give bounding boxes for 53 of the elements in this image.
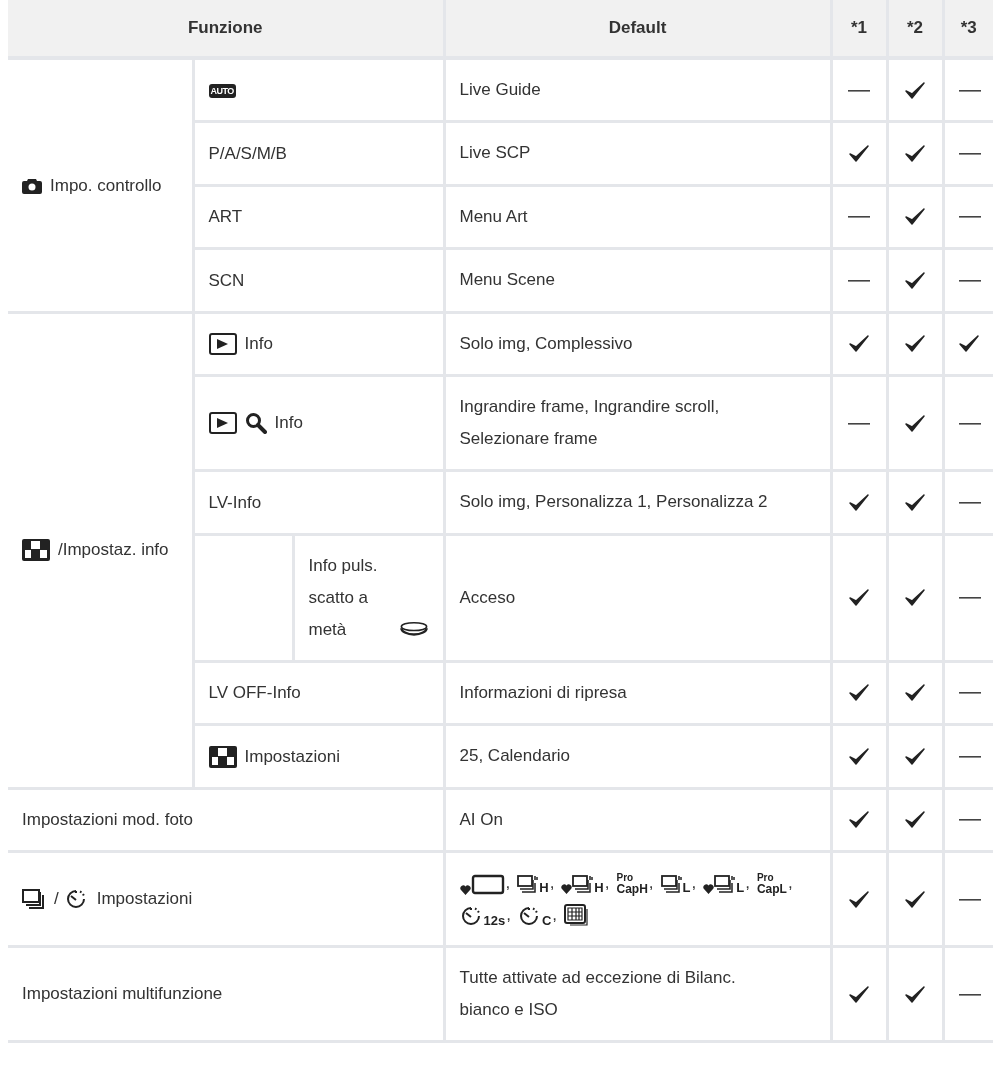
default-value: AI On bbox=[459, 808, 503, 831]
function-label: Impostazioni mod. foto bbox=[22, 810, 194, 830]
function-label: LV OFF-Info bbox=[208, 683, 301, 703]
drive-mode-icon: Pro CapH bbox=[616, 872, 648, 895]
default-value: Ingrandire frame, Ingrandire scroll, Selezionare frame bbox=[459, 396, 721, 451]
default-value: Live SCP bbox=[459, 142, 531, 165]
search-icon bbox=[244, 412, 267, 435]
column-header: *2 bbox=[887, 0, 943, 58]
function-label: Impostazioni multifunzione bbox=[22, 984, 223, 1004]
camera-icon bbox=[22, 177, 42, 195]
separator: , bbox=[506, 905, 511, 925]
separator: , bbox=[787, 873, 793, 893]
auto-mode-icon: AUTO bbox=[208, 83, 236, 98]
default-value: Solo img, Personalizza 1, Personalizza 2 bbox=[459, 491, 768, 514]
function-label: Info bbox=[244, 334, 273, 354]
function-label: Info puls. scatto a metà bbox=[308, 554, 379, 641]
function-label: P/A/S/M/B bbox=[208, 143, 287, 163]
function-label: Impostazioni bbox=[96, 889, 193, 909]
separator: , bbox=[691, 873, 697, 893]
default-value: Acceso bbox=[459, 586, 516, 609]
separator: , bbox=[745, 873, 750, 893]
separator: , bbox=[505, 873, 511, 893]
sequential-shooting-icon bbox=[22, 888, 46, 911]
function-label: SCN bbox=[208, 270, 245, 290]
function-label: Info bbox=[274, 413, 303, 433]
function-label: /Impostaz. info bbox=[58, 540, 169, 560]
checkered-grid-icon bbox=[22, 539, 50, 562]
function-label: / bbox=[54, 889, 59, 909]
column-header: *1 bbox=[831, 0, 887, 58]
column-header: *3 bbox=[943, 0, 993, 58]
column-header: Default bbox=[444, 0, 831, 58]
default-value: Solo img, Complessivo bbox=[459, 332, 633, 355]
default-value: 25, Calendario bbox=[459, 745, 571, 768]
function-label: Impo. controllo bbox=[50, 175, 162, 195]
playback-icon bbox=[208, 412, 237, 435]
drive-mode-icon: C bbox=[517, 904, 552, 927]
default-value: Menu Art bbox=[459, 205, 528, 228]
separator: , bbox=[648, 873, 654, 893]
separator: , bbox=[549, 873, 555, 893]
default-value: Informazioni di ripresa bbox=[459, 681, 627, 704]
playback-icon bbox=[208, 333, 237, 356]
separator: , bbox=[604, 873, 610, 893]
column-header: Funzione bbox=[8, 0, 444, 58]
default-value: Menu Scene bbox=[459, 269, 555, 292]
checkered-grid-icon bbox=[208, 745, 237, 768]
default-value: Tutte attivate ad eccezione di Bilanc. bianco e ISO bbox=[459, 967, 737, 1022]
drive-mode-icon: 12s bbox=[459, 904, 506, 927]
function-label: LV-Info bbox=[208, 492, 262, 512]
function-label: Impostazioni bbox=[244, 746, 340, 766]
separator: , bbox=[552, 905, 558, 925]
function-label: ART bbox=[208, 207, 243, 227]
drive-mode-icon: Pro CapL bbox=[756, 872, 787, 895]
default-value: Live Guide bbox=[459, 79, 541, 101]
